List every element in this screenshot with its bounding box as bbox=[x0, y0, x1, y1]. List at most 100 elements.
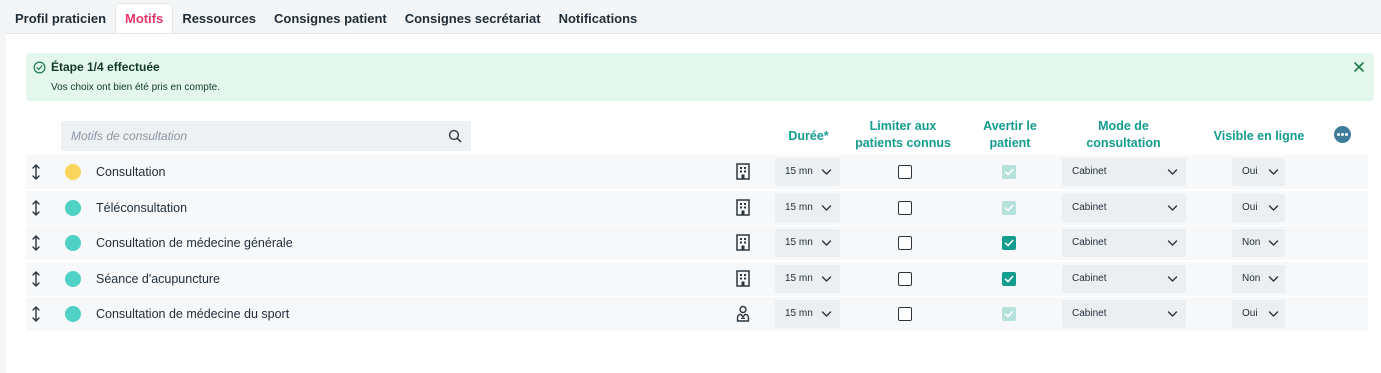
duration-value: 15 mn bbox=[785, 202, 813, 213]
color-dot bbox=[65, 164, 81, 180]
tab-profil-praticien[interactable]: Profil praticien bbox=[6, 3, 115, 33]
drag-handle-icon[interactable] bbox=[31, 235, 41, 251]
visible-value: Oui bbox=[1242, 166, 1258, 177]
chevron-down-icon bbox=[821, 169, 832, 175]
column-header-avertir-line2: patient bbox=[989, 136, 1031, 150]
mode-value: Cabinet bbox=[1072, 166, 1107, 177]
visible-online-select[interactable]: Oui bbox=[1232, 300, 1285, 328]
table-row: Consultation 15 mn Cabinet Oui bbox=[26, 155, 1368, 189]
limit-known-checkbox[interactable] bbox=[898, 236, 912, 250]
column-header-avertir-line1: Avertir le bbox=[983, 119, 1037, 133]
consultation-mode-select[interactable]: Cabinet bbox=[1062, 158, 1186, 186]
chevron-down-icon bbox=[821, 276, 832, 282]
mode-value: Cabinet bbox=[1072, 308, 1107, 319]
duration-value: 15 mn bbox=[785, 237, 813, 248]
warn-patient-checkbox bbox=[1002, 201, 1016, 215]
more-options-icon[interactable] bbox=[1334, 126, 1351, 143]
consultation-mode-select[interactable]: Cabinet bbox=[1062, 265, 1186, 293]
visible-value: Oui bbox=[1242, 202, 1258, 213]
check-icon bbox=[1004, 204, 1014, 212]
chevron-down-icon bbox=[1268, 311, 1279, 317]
drag-handle-icon[interactable] bbox=[31, 271, 41, 287]
column-header-limiter: Limiter aux patients connus bbox=[843, 118, 963, 152]
consultation-mode-select[interactable]: Cabinet bbox=[1062, 194, 1186, 222]
motif-name: Consultation bbox=[96, 165, 166, 179]
visible-online-select[interactable]: Non bbox=[1232, 265, 1285, 293]
duration-select[interactable]: 15 mn bbox=[775, 300, 840, 328]
tab-ressources[interactable]: Ressources bbox=[173, 3, 265, 33]
alert-message: Vos choix ont bien été pris en compte. bbox=[51, 82, 220, 93]
warn-patient-checkbox[interactable] bbox=[1002, 236, 1016, 250]
building-icon bbox=[736, 234, 750, 251]
duration-value: 15 mn bbox=[785, 308, 813, 319]
motif-name: Séance d'acupuncture bbox=[96, 272, 221, 286]
building-icon bbox=[736, 270, 750, 287]
consultation-mode-select[interactable]: Cabinet bbox=[1062, 300, 1186, 328]
warn-patient-checkbox[interactable] bbox=[1002, 272, 1016, 286]
mode-value: Cabinet bbox=[1072, 202, 1107, 213]
chevron-down-icon bbox=[1167, 276, 1178, 282]
duration-select[interactable]: 15 mn bbox=[775, 265, 840, 293]
drag-handle-icon[interactable] bbox=[31, 306, 41, 322]
tab-consignes-secretariat[interactable]: Consignes secrétariat bbox=[396, 3, 550, 33]
chevron-down-icon bbox=[821, 205, 832, 211]
search-icon[interactable] bbox=[448, 129, 462, 143]
doctor-icon bbox=[736, 305, 750, 322]
table-row: Séance d'acupuncture 15 mn Cabinet Non bbox=[26, 262, 1368, 296]
tab-consignes-patient[interactable]: Consignes patient bbox=[265, 3, 396, 33]
motif-name: Téléconsultation bbox=[96, 201, 188, 215]
color-dot bbox=[65, 271, 81, 287]
duration-select[interactable]: 15 mn bbox=[775, 194, 840, 222]
limit-known-checkbox[interactable] bbox=[898, 272, 912, 286]
chevron-down-icon bbox=[1268, 205, 1279, 211]
column-header-visible: Visible en ligne bbox=[1213, 129, 1305, 143]
column-header-mode: Mode de consultation bbox=[1056, 118, 1191, 152]
search-box bbox=[61, 121, 471, 151]
drag-handle-icon[interactable] bbox=[31, 164, 41, 180]
visible-online-select[interactable]: Oui bbox=[1232, 158, 1285, 186]
motif-name: Consultation de médecine générale bbox=[96, 236, 293, 250]
duration-select[interactable]: 15 mn bbox=[775, 158, 840, 186]
chevron-down-icon bbox=[821, 240, 832, 246]
tab-bar: Profil praticien Motifs Ressources Consi… bbox=[0, 0, 1381, 33]
check-circle-icon bbox=[33, 61, 46, 74]
table-row: Téléconsultation 15 mn Cabinet Oui bbox=[26, 191, 1368, 225]
color-dot bbox=[65, 306, 81, 322]
motifs-panel: Étape 1/4 effectuée Vos choix ont bien é… bbox=[6, 33, 1381, 373]
check-icon bbox=[1004, 239, 1014, 247]
table-row: Consultation de médecine générale 15 mn Ca… bbox=[26, 226, 1368, 260]
consultation-mode-select[interactable]: Cabinet bbox=[1062, 229, 1186, 257]
limit-known-checkbox[interactable] bbox=[898, 201, 912, 215]
chevron-down-icon bbox=[1268, 169, 1279, 175]
visible-online-select[interactable]: Non bbox=[1232, 229, 1285, 257]
limit-known-checkbox[interactable] bbox=[898, 307, 912, 321]
color-dot bbox=[65, 200, 81, 216]
duration-value: 15 mn bbox=[785, 166, 813, 177]
chevron-down-icon bbox=[1268, 240, 1279, 246]
drag-handle-icon[interactable] bbox=[31, 200, 41, 216]
visible-online-select[interactable]: Oui bbox=[1232, 194, 1285, 222]
limit-known-checkbox[interactable] bbox=[898, 165, 912, 179]
building-icon bbox=[736, 163, 750, 180]
column-header-avertir: Avertir le patient bbox=[960, 118, 1060, 152]
alert-title: Étape 1/4 effectuée bbox=[51, 60, 160, 74]
tab-notifications[interactable]: Notifications bbox=[550, 3, 647, 33]
mode-value: Cabinet bbox=[1072, 273, 1107, 284]
check-icon bbox=[1004, 310, 1014, 318]
tab-motifs[interactable]: Motifs bbox=[115, 3, 174, 33]
motif-name: Consultation de médecine du sport bbox=[96, 307, 290, 321]
chevron-down-icon bbox=[1268, 276, 1279, 282]
duration-select[interactable]: 15 mn bbox=[775, 229, 840, 257]
building-icon bbox=[736, 199, 750, 216]
check-icon bbox=[1004, 168, 1014, 176]
search-input[interactable] bbox=[61, 121, 441, 151]
warn-patient-checkbox bbox=[1002, 165, 1016, 179]
column-header-mode-line1: Mode de bbox=[1098, 119, 1149, 133]
chevron-down-icon bbox=[1167, 205, 1178, 211]
visible-value: Non bbox=[1242, 237, 1261, 248]
chevron-down-icon bbox=[1167, 240, 1178, 246]
close-icon[interactable] bbox=[1352, 60, 1366, 74]
column-header-limiter-line2: patients connus bbox=[855, 136, 951, 150]
success-alert: Étape 1/4 effectuée Vos choix ont bien é… bbox=[26, 53, 1374, 101]
chevron-down-icon bbox=[1167, 311, 1178, 317]
